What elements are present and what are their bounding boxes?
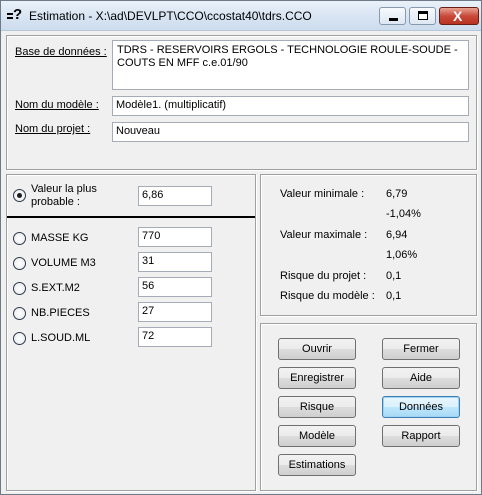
modele-button[interactable]: Modèle [278,425,356,447]
radio-volume-m3[interactable] [13,257,26,270]
estimations-button[interactable]: Estimations [278,454,356,476]
risque-button[interactable]: Risque [278,396,356,418]
model-risk-label: Risque du modèle : [280,290,375,302]
project-name-field[interactable]: Nouveau [112,122,469,142]
radio-l-soud-ml[interactable] [13,332,26,345]
maximize-button[interactable] [409,7,436,25]
max-value-label: Valeur maximale : [280,229,368,241]
variable-value[interactable]: 72 [138,327,212,347]
database-label: Base de données : [15,46,107,58]
minimize-button[interactable] [379,7,406,25]
variable-label: VOLUME M3 [31,257,96,269]
variable-value[interactable]: 770 [138,227,212,247]
separator [7,216,255,218]
variable-value[interactable]: 56 [138,277,212,297]
donnees-button[interactable]: Données [382,396,460,418]
radio-nb-pieces[interactable] [13,307,26,320]
database-field[interactable]: TDRS - RESERVOIRS ERGOLS - TECHNOLOGIE R… [112,40,469,90]
radio-most-probable[interactable] [13,189,26,202]
model-risk-value: 0,1 [386,290,402,302]
variable-value[interactable]: 31 [138,252,212,272]
project-label: Nom du projet : [15,123,91,135]
title-bar[interactable]: ? Estimation - X:\ad\DEVLPT\CCO\ccostat4… [1,1,481,31]
window-title: Estimation - X:\ad\DEVLPT\CCO\ccostat40\… [29,9,312,23]
app-icon: ? [7,6,25,24]
minimize-icon [389,18,398,21]
estimation-window: ? Estimation - X:\ad\DEVLPT\CCO\ccostat4… [0,0,482,495]
rapport-button[interactable]: Rapport [382,425,460,447]
project-risk-value: 0,1 [386,270,402,282]
most-probable-label: Valeur la plus probable : [31,183,97,208]
min-value-label: Valeur minimale : [280,188,365,200]
close-icon: X [453,8,463,24]
min-percent: -1,04% [386,208,421,220]
variable-label: MASSE KG [31,232,89,244]
variable-label: S.EXT.M2 [31,282,80,294]
model-label: Nom du modèle : [15,99,99,111]
model-name-field[interactable]: Modèle1. (multiplicatif) [112,96,469,116]
enregistrer-button[interactable]: Enregistrer [278,367,356,389]
most-probable-value[interactable]: 6,86 [138,186,212,206]
radio-s-ext-m2[interactable] [13,282,26,295]
fermer-button[interactable]: Fermer [382,338,460,360]
ouvrir-button[interactable]: Ouvrir [278,338,356,360]
close-button[interactable]: X [439,7,479,25]
variable-label: L.SOUD.ML [31,332,91,344]
max-value: 6,94 [386,229,408,241]
variable-value[interactable]: 27 [138,302,212,322]
aide-button[interactable]: Aide [382,367,460,389]
project-risk-label: Risque du projet : [280,270,367,282]
min-value: 6,79 [386,188,408,200]
radio-masse-kg[interactable] [13,232,26,245]
variable-label: NB.PIECES [31,307,90,319]
maximize-icon [418,11,428,20]
max-percent: 1,06% [386,249,418,261]
